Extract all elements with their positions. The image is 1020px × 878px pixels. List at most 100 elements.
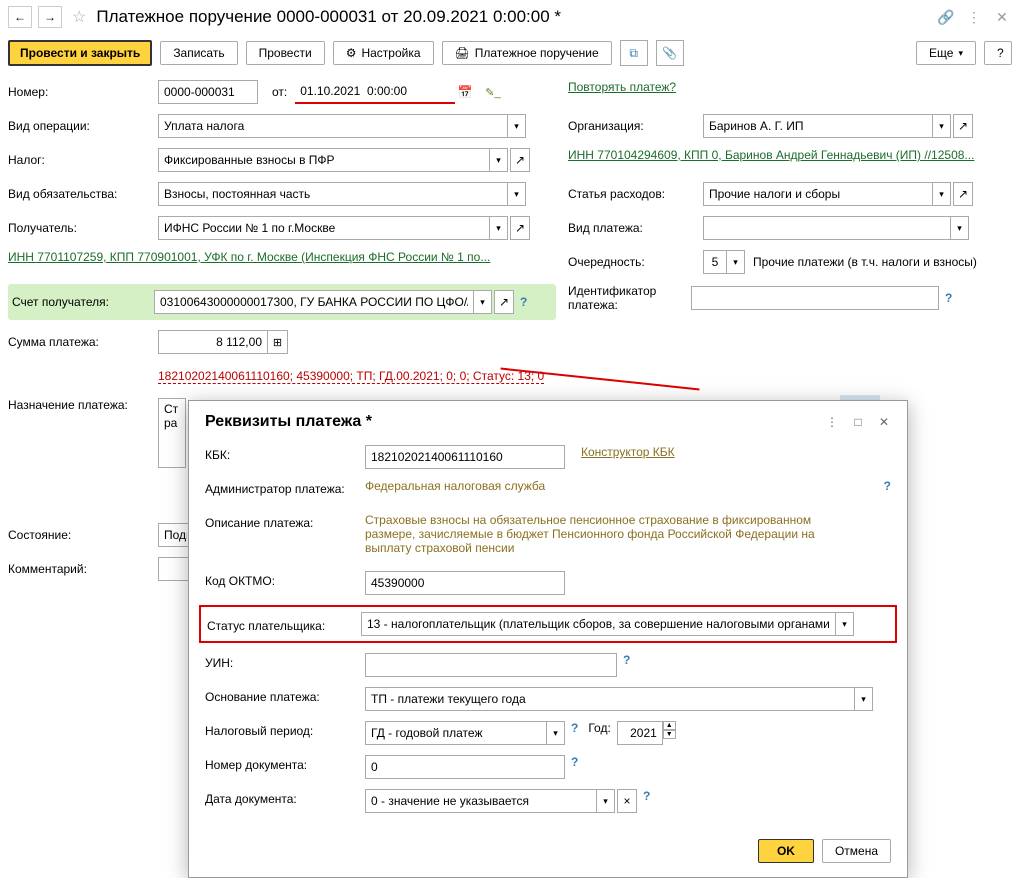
clip-icon: 📎 [662, 46, 677, 60]
payer-status-input[interactable] [361, 612, 836, 636]
doc-number-input[interactable] [365, 755, 565, 779]
admin-value: Федеральная налоговая служба [365, 479, 545, 493]
doc-date-clear[interactable]: × [617, 789, 637, 813]
basis-dropdown[interactable]: ▾ [855, 687, 873, 711]
expense-item-dropdown[interactable]: ▾ [933, 182, 951, 206]
identifier-help-icon[interactable]: ? [945, 291, 952, 305]
gear-icon: ⚙ [346, 46, 357, 60]
account-input[interactable] [154, 290, 474, 314]
post-button[interactable]: Провести [246, 41, 325, 65]
comment-label: Комментарий: [8, 562, 158, 576]
admin-label: Администратор платежа: [205, 479, 365, 496]
tax-dropdown[interactable]: ▾ [490, 148, 508, 172]
more-button[interactable]: Еще ▾ [916, 41, 976, 65]
attach-button[interactable]: 📎 [656, 40, 684, 66]
payer-status-label: Статус плательщика: [207, 616, 361, 633]
modal-maximize-icon[interactable]: □ [847, 411, 869, 433]
recipient-dropdown[interactable]: ▾ [490, 216, 508, 240]
edit-icon[interactable]: ✎_ [485, 86, 500, 99]
recipient-open[interactable]: ↗ [510, 216, 530, 240]
uin-help-icon[interactable]: ? [623, 653, 630, 667]
favorite-icon[interactable]: ☆ [72, 7, 86, 27]
tax-details-link[interactable]: 18210202140061110160; 45390000; ТП; ГД.0… [158, 369, 544, 384]
ok-button[interactable]: OK [758, 839, 814, 863]
kbk-input[interactable] [365, 445, 565, 469]
modal-close-icon[interactable]: ✕ [873, 411, 895, 433]
modal-title: Реквизиты платежа * [205, 413, 817, 431]
obligation-dropdown[interactable]: ▾ [508, 182, 526, 206]
calculator-icon[interactable] [268, 330, 288, 354]
admin-help-icon[interactable]: ? [884, 479, 891, 493]
organization-input[interactable] [703, 114, 933, 138]
purpose-input[interactable]: Стра [158, 398, 186, 468]
expense-item-input[interactable] [703, 182, 933, 206]
account-help-icon[interactable]: ? [520, 295, 527, 309]
save-button[interactable]: Записать [160, 41, 237, 65]
account-dropdown[interactable]: ▾ [474, 290, 492, 314]
recipient-input[interactable] [158, 216, 490, 240]
order-label: Очередность: [568, 255, 703, 269]
payment-type-dropdown[interactable]: ▾ [951, 216, 969, 240]
identifier-input[interactable] [691, 286, 939, 310]
desc-label: Описание платежа: [205, 513, 365, 530]
link-icon[interactable]: 🔗 [936, 7, 956, 27]
year-input[interactable] [617, 721, 663, 745]
payment-details-modal: Реквизиты платежа * ⋮ □ ✕ КБК: Конструкт… [188, 400, 908, 878]
back-button[interactable]: ← [8, 6, 32, 28]
uin-label: УИН: [205, 653, 365, 670]
year-stepper[interactable]: ▲▼ [663, 721, 676, 739]
post-close-button[interactable]: Провести и закрыть [8, 40, 152, 66]
help-button[interactable]: ? [984, 41, 1012, 65]
close-icon[interactable]: ✕ [992, 7, 1012, 27]
recipient-inn-link[interactable]: ИНН 7701107259, КПП 770901001, УФК по г.… [8, 250, 490, 264]
order-dropdown[interactable]: ▾ [727, 250, 745, 274]
tax-period-help-icon[interactable]: ? [571, 721, 578, 735]
chevron-down-icon: ▾ [958, 48, 963, 59]
operation-type-input[interactable] [158, 114, 508, 138]
expense-item-open[interactable]: ↗ [953, 182, 973, 206]
doc-date-label: Дата документа: [205, 789, 365, 806]
settings-button[interactable]: ⚙Настройка [333, 41, 434, 65]
recipient-account-row: Счет получателя: ▾ ↗ ? [8, 284, 556, 320]
payer-status-highlight: Статус плательщика: ▾ [199, 605, 897, 643]
tax-open[interactable]: ↗ [510, 148, 530, 172]
modal-more-icon[interactable]: ⋮ [821, 411, 843, 433]
dossier-button[interactable]: ⧉ [620, 40, 648, 66]
from-label: от: [272, 85, 287, 99]
payer-status-dropdown[interactable]: ▾ [836, 612, 854, 636]
print-button[interactable]: 🖨Платежное поручение [442, 41, 612, 65]
obligation-input[interactable] [158, 182, 508, 206]
organization-dropdown[interactable]: ▾ [933, 114, 951, 138]
more-vert-icon[interactable]: ⋮ [964, 7, 984, 27]
cancel-button[interactable]: Отмена [822, 839, 891, 863]
number-label: Номер: [8, 85, 158, 99]
payment-type-input[interactable] [703, 216, 951, 240]
doc-number-help-icon[interactable]: ? [571, 755, 578, 769]
sum-label: Сумма платежа: [8, 335, 158, 349]
payer-inn-link[interactable]: ИНН 770104294609, КПП 0, Баринов Андрей … [568, 148, 974, 162]
number-input[interactable] [158, 80, 258, 104]
account-open[interactable]: ↗ [494, 290, 514, 314]
basis-input[interactable] [365, 687, 855, 711]
tax-input[interactable] [158, 148, 490, 172]
order-desc: Прочие платежи (в т.ч. налоги и взносы) [753, 255, 977, 269]
doc-date-dropdown[interactable]: ▾ [597, 789, 615, 813]
operation-type-dropdown[interactable]: ▾ [508, 114, 526, 138]
order-input[interactable] [703, 250, 727, 274]
doc-date-help-icon[interactable]: ? [643, 789, 650, 803]
forward-button[interactable]: → [38, 6, 62, 28]
repeat-payment-link[interactable]: Повторять платеж? [568, 80, 676, 94]
tax-period-dropdown[interactable]: ▾ [547, 721, 565, 745]
tax-period-input[interactable] [365, 721, 547, 745]
doc-date-input[interactable] [365, 789, 597, 813]
sum-input[interactable] [158, 330, 268, 354]
oktmo-input[interactable] [365, 571, 565, 595]
kbk-constructor-link[interactable]: Конструктор КБК [581, 445, 675, 459]
payment-type-label: Вид платежа: [568, 221, 703, 235]
date-input[interactable] [295, 80, 455, 104]
organization-open[interactable]: ↗ [953, 114, 973, 138]
state-label: Состояние: [8, 528, 158, 542]
uin-input[interactable] [365, 653, 617, 677]
toolbar: Провести и закрыть Записать Провести ⚙На… [0, 34, 1020, 72]
calendar-icon[interactable]: 📅 [455, 80, 475, 104]
